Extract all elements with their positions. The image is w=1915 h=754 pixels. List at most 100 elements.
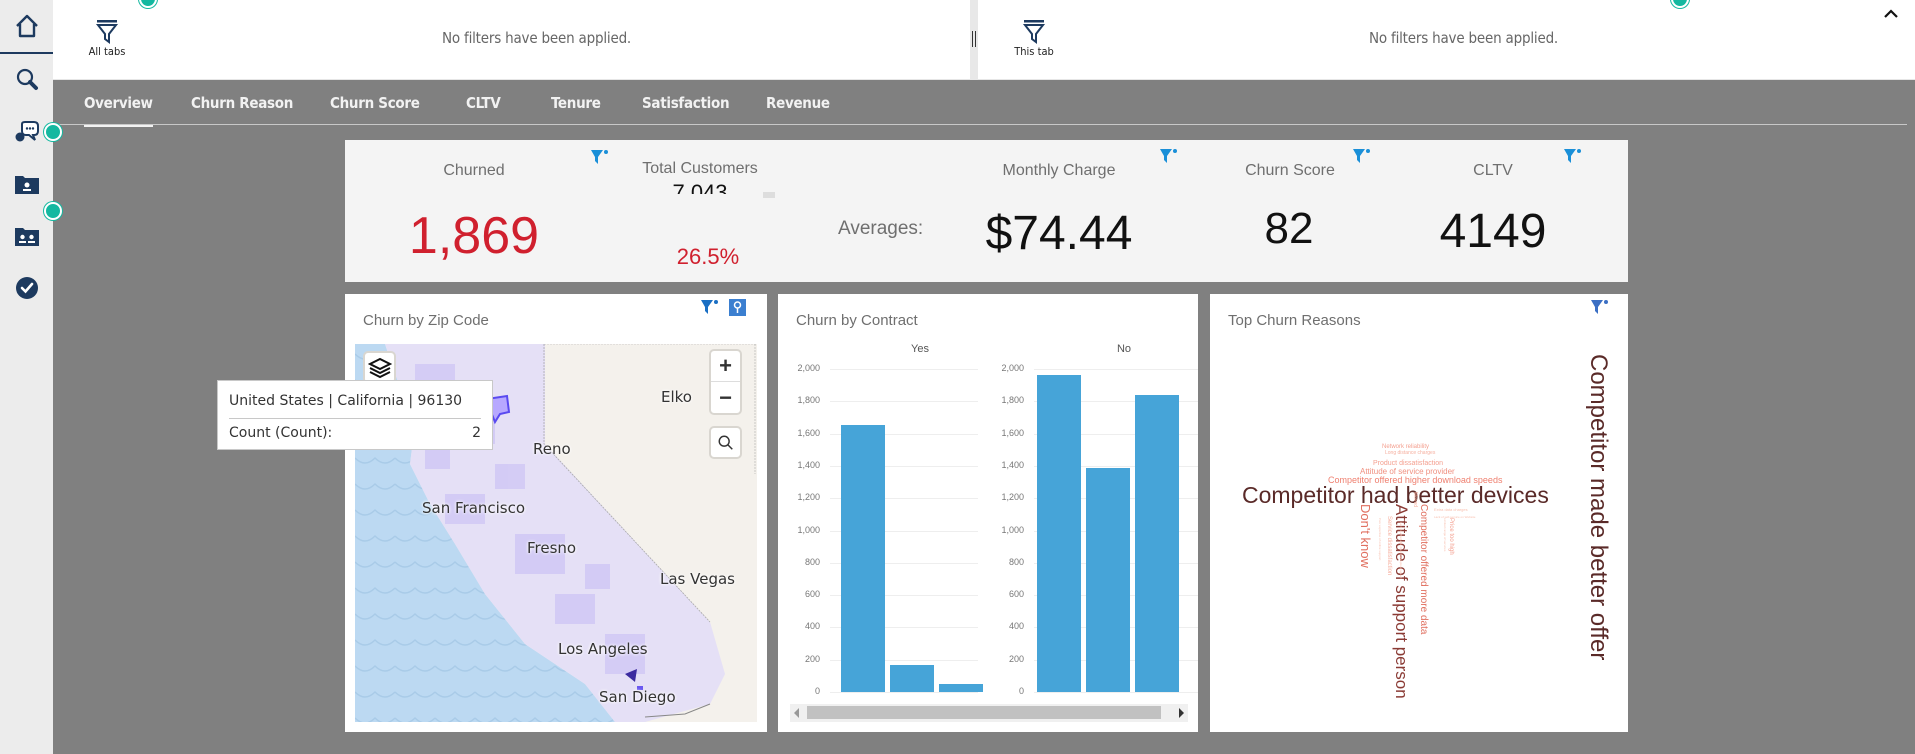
cltv-value: 4149 [1439, 205, 1547, 258]
scroll-right-arrow[interactable] [1179, 708, 1184, 718]
y-tick-label: 400 [1008, 621, 1024, 632]
top-churn-reasons-panel: Top Churn Reasons Competitor made better… [1210, 294, 1628, 732]
y-tick-label: 1,400 [797, 459, 820, 470]
y-tick-label: 800 [804, 556, 820, 567]
nav-search[interactable] [0, 54, 53, 106]
tab-churn-score[interactable]: Churn Score [330, 94, 420, 124]
word-cloud-term[interactable]: Don't know [1358, 504, 1373, 568]
bar-yes-1[interactable] [841, 424, 885, 692]
zoom-out-button[interactable]: − [711, 382, 740, 413]
nav-my-content[interactable] [0, 158, 53, 210]
pin-icon [733, 301, 742, 313]
y-tick-label: 1,200 [1001, 492, 1024, 503]
nav-recent[interactable] [0, 262, 53, 314]
gridline [1034, 369, 1198, 370]
nav-team-content[interactable] [0, 210, 53, 262]
churn-by-contract-panel: Churn by Contract Yes 0 200 400 600 800 1,000 1… [778, 294, 1198, 732]
churn-by-zip-panel: Churn by Zip Code Elko Reno San Francisc… [345, 294, 767, 732]
notification-badge [1671, 0, 1689, 8]
tooltip-metric-label: Count (Count): [229, 425, 333, 441]
filter-icon[interactable] [1590, 298, 1610, 318]
city-label: Elko [661, 388, 692, 406]
filter-icon[interactable] [1563, 147, 1583, 167]
home-icon [15, 14, 38, 38]
monthly-charge-label: Monthly Charge [1002, 162, 1116, 179]
tab-tenure[interactable]: Tenure [551, 94, 601, 124]
nav-home[interactable] [0, 0, 53, 52]
chevron-up-icon [1884, 9, 1898, 18]
word-cloud-term[interactable]: Lack of self-service on Website [1434, 516, 1475, 519]
churn-percent: 26.5% [676, 244, 740, 269]
kpi-panel: Churned 1,869 Total Customers 7,043 26.5… [345, 140, 1628, 282]
filter-pane-splitter[interactable] [970, 0, 978, 80]
filter-icon[interactable] [1352, 147, 1372, 167]
word-cloud-term[interactable]: Competitor offered higher download speed… [1328, 476, 1502, 485]
y-tick-label: 1,600 [1001, 427, 1024, 438]
tooltip-location: United States | California | 96130 [229, 393, 463, 409]
notification-badge [139, 0, 157, 8]
filter-icon[interactable] [1159, 147, 1179, 167]
bar-no-2[interactable] [1086, 468, 1130, 692]
folder-team-icon [14, 228, 39, 246]
bar-yes-2[interactable] [890, 665, 934, 692]
word-cloud-term[interactable]: Competitor offered more data [1418, 504, 1429, 634]
scroll-left-arrow[interactable] [794, 708, 799, 718]
gridline [830, 401, 978, 403]
y-tick-label: 1,200 [797, 492, 820, 503]
tab-cltv[interactable]: CLTV [466, 94, 501, 124]
bar-no-1[interactable] [1037, 375, 1081, 692]
this-tab-filter-button[interactable]: This tab [1004, 18, 1064, 58]
word-cloud-term[interactable]: Long distance charges [1385, 451, 1435, 456]
word-cloud-term[interactable]: Attitude of service provider [1360, 468, 1455, 476]
tab-revenue[interactable]: Revenue [766, 94, 830, 124]
word-cloud-term[interactable]: Lack of affordable download/upload speed [1399, 522, 1403, 578]
word-cloud-term[interactable]: Limited range of services [1443, 518, 1447, 551]
search-icon [718, 435, 733, 450]
city-label: Fresno [527, 539, 577, 557]
y-tick-label: 1,800 [797, 395, 820, 406]
tab-churn-reason[interactable]: Churn Reason [191, 94, 293, 124]
word-cloud-term[interactable]: Competitor made better offer [1585, 354, 1612, 660]
word-cloud-term[interactable]: Extra data charges [1434, 508, 1468, 512]
y-tick-label: 1,000 [1001, 524, 1024, 535]
chat-icon [15, 121, 39, 142]
y-tick-label: 200 [1008, 653, 1024, 664]
this-tab-filter-message: No filters have been applied. [1369, 29, 1559, 47]
filter-icon[interactable] [700, 298, 720, 318]
y-tick-label: 600 [1008, 589, 1024, 600]
word-cloud-title: Top Churn Reasons [1228, 312, 1361, 329]
word-cloud-term[interactable]: Poor expertise of online support [1378, 518, 1382, 560]
check-circle-icon [15, 277, 38, 299]
map-panel-title: Churn by Zip Code [363, 312, 489, 329]
filter-funnel-icon [1022, 20, 1046, 44]
churned-value: 1,869 [408, 207, 540, 265]
all-tabs-filter-button[interactable]: All tabs [77, 18, 137, 58]
word-cloud-term[interactable]: Price too high [1448, 518, 1454, 555]
tab-overview[interactable]: Overview [84, 94, 153, 127]
word-cloud-term[interactable]: Product dissatisfaction [1373, 460, 1443, 467]
tab-satisfaction[interactable]: Satisfaction [642, 94, 730, 124]
chart-horizontal-scrollbar[interactable] [790, 704, 1188, 722]
splitter-grip [972, 31, 976, 47]
y-tick-label: 600 [804, 589, 820, 600]
notification-badge [44, 123, 62, 141]
city-label: San Francisco [422, 499, 526, 517]
tab-bar: Overview Churn Reason Churn Score CLTV T… [53, 80, 1915, 127]
y-tick-label: 1,600 [797, 427, 820, 438]
map-tooltip: United States | California | 96130 Count… [217, 380, 493, 450]
facet-title: No [1116, 343, 1132, 355]
word-cloud-term[interactable]: Moved [1412, 492, 1418, 507]
total-customers-label: Total Customers [642, 160, 758, 177]
bar-yes-3[interactable] [939, 684, 983, 692]
map-search-button[interactable] [709, 426, 742, 459]
word-cloud-term[interactable]: Service dissatisfaction [1386, 516, 1392, 575]
collapse-filter-bar-button[interactable] [1881, 4, 1901, 24]
scrollbar-thumb[interactable] [807, 706, 1161, 719]
tab-bar-divider [53, 124, 1907, 125]
y-tick-label: 2,000 [1001, 363, 1024, 373]
pin-button[interactable] [729, 299, 746, 316]
scroll-indicator[interactable] [763, 192, 775, 198]
bar-no-3[interactable] [1135, 394, 1179, 692]
search-icon [16, 68, 38, 90]
zoom-in-button[interactable]: + [711, 351, 740, 383]
